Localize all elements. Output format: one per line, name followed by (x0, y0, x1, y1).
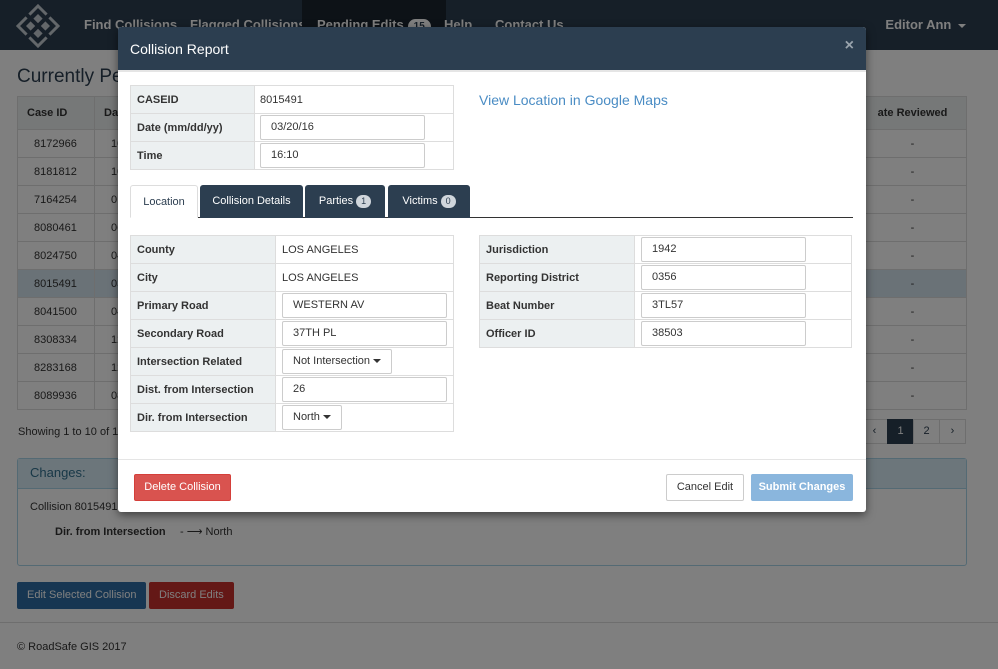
secondary-road-label: Secondary Road (130, 319, 276, 348)
intersection-related-label: Intersection Related (130, 347, 276, 376)
intersection-related-value: Not Intersection (293, 355, 371, 367)
tab-victims[interactable]: Victims 0 (388, 185, 470, 218)
primary-road-field[interactable]: WESTERN AV (282, 293, 447, 318)
case-info-table: CASEID 8015491 Date (mm/dd/yy) 03/20/16 … (130, 85, 454, 170)
officer-id-label: Officer ID (479, 319, 635, 348)
submit-changes-button[interactable]: Submit Changes (751, 474, 853, 501)
cancel-edit-button[interactable]: Cancel Edit (666, 474, 744, 501)
parties-count-badge: 1 (356, 195, 372, 208)
location-right-table: Jurisdiction 1942 Reporting District 035… (479, 235, 852, 348)
dist-from-intersection-label: Dist. from Intersection (130, 375, 276, 404)
modal-header: Collision Report × (118, 27, 866, 72)
dir-from-intersection-value: North (293, 411, 320, 423)
tab-parties[interactable]: Parties 1 (305, 185, 385, 218)
primary-road-label: Primary Road (130, 291, 276, 320)
time-field[interactable]: 16:10 (260, 143, 425, 168)
tab-victims-label: Victims (402, 195, 438, 207)
caret-down-icon (322, 415, 331, 420)
jurisdiction-label: Jurisdiction (479, 235, 635, 264)
caret-down-icon (373, 359, 382, 364)
date-field[interactable]: 03/20/16 (260, 115, 425, 140)
report-tabs: Location Collision Details Parties 1 Vict… (130, 185, 853, 218)
tab-location[interactable]: Location (130, 185, 198, 218)
beat-number-field[interactable]: 3TL57 (641, 293, 806, 318)
collision-report-modal: Collision Report × CASEID 8015491 Date (… (118, 27, 866, 512)
city-value: LOS ANGELES (275, 263, 454, 292)
tab-parties-label: Parties (318, 195, 354, 207)
secondary-road-field[interactable]: 37TH PL (282, 321, 447, 346)
beat-number-label: Beat Number (479, 291, 635, 320)
tab-location-label: Location (143, 196, 185, 208)
caseid-label: CASEID (130, 85, 255, 114)
modal-footer: Delete Collision Cancel Edit Submit Chan… (118, 459, 866, 512)
county-label: County (130, 235, 276, 264)
delete-collision-button[interactable]: Delete Collision (134, 474, 231, 501)
dist-from-intersection-field[interactable]: 26 (282, 377, 447, 402)
jurisdiction-field[interactable]: 1942 (641, 237, 806, 262)
county-value: LOS ANGELES (275, 235, 454, 264)
time-label: Time (130, 141, 255, 170)
location-left-table: County LOS ANGELES City LOS ANGELES Prim… (130, 235, 454, 432)
date-label: Date (mm/dd/yy) (130, 113, 255, 142)
intersection-related-dropdown[interactable]: Not Intersection (282, 349, 393, 374)
caseid-value: 8015491 (254, 85, 454, 114)
officer-id-field[interactable]: 38503 (641, 321, 806, 346)
victims-count-badge: 0 (440, 195, 456, 208)
tab-collision-details[interactable]: Collision Details (200, 185, 303, 218)
city-label: City (130, 263, 276, 292)
dir-from-intersection-label: Dir. from Intersection (130, 403, 276, 432)
modal-title: Collision Report (130, 41, 229, 57)
dir-from-intersection-dropdown[interactable]: North (282, 405, 342, 430)
google-maps-link[interactable]: View Location in Google Maps (479, 92, 668, 108)
close-icon[interactable]: × (845, 37, 854, 55)
reporting-district-field[interactable]: 0356 (641, 265, 806, 290)
reporting-district-label: Reporting District (479, 263, 635, 292)
tab-collision-details-label: Collision Details (212, 195, 291, 207)
